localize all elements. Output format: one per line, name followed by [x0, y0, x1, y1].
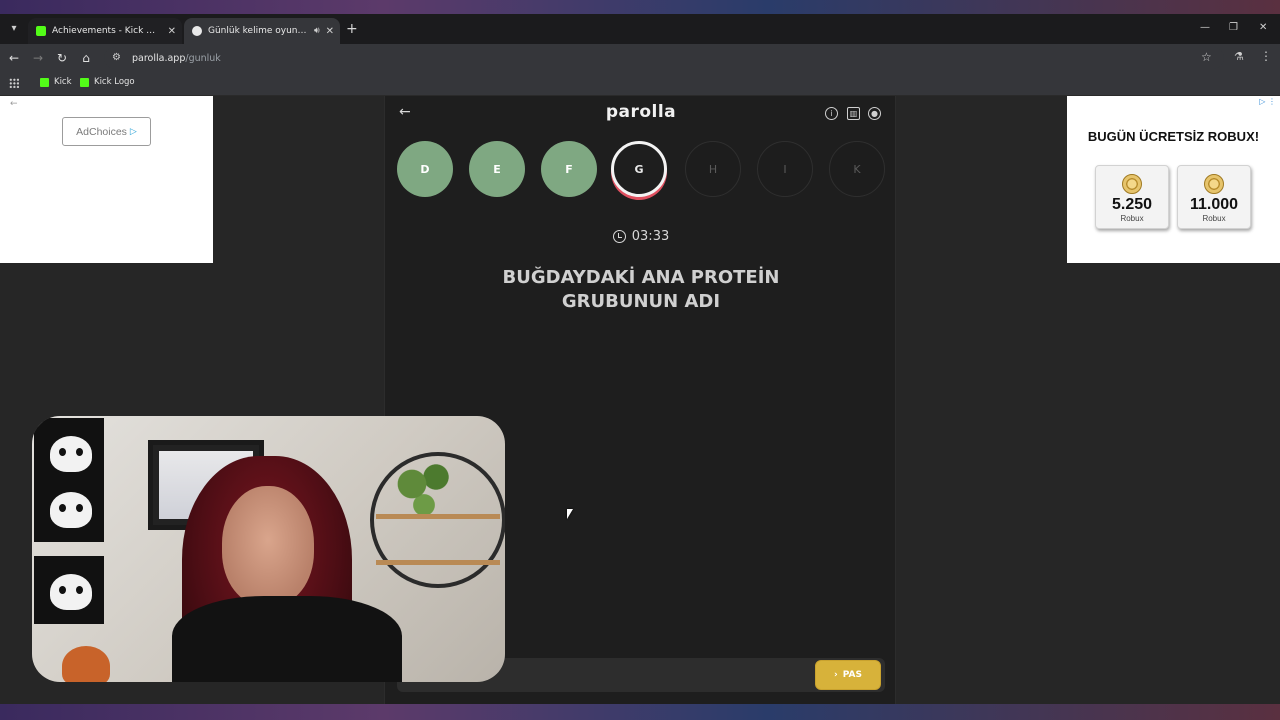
ad-headline: BUGÜN ÜCRETSİZ ROBUX! [1087, 129, 1260, 144]
letter-bubble: F [541, 141, 597, 197]
robux-offer-card[interactable]: 11.000 Robux [1177, 165, 1251, 229]
close-window-icon[interactable]: ✕ [1259, 22, 1267, 33]
webcam-overlay [32, 416, 505, 682]
robux-amount: 11.000 [1189, 196, 1239, 213]
bookmark-kick-logo[interactable]: Kick Logo [80, 77, 135, 87]
address-bar[interactable]: ⚙ parolla.app/gunluk [104, 47, 1224, 69]
bookmarks-bar: Kick Kick Logo [0, 72, 1280, 96]
minimize-icon[interactable]: — [1200, 22, 1210, 33]
mouse-cursor [567, 509, 573, 519]
tab-title: Achievements - Kick Dashboard [52, 26, 162, 36]
letter-ring: D E F G H I K [397, 141, 887, 201]
robux-coin-icon [1204, 174, 1224, 194]
arrow-left-icon[interactable]: ← [10, 99, 18, 109]
letter-bubble: H [685, 141, 741, 197]
question-line: GRUBUNUN ADI [561, 291, 721, 312]
forward-icon[interactable]: → [30, 50, 46, 66]
reload-icon[interactable]: ↻ [54, 50, 70, 66]
close-icon[interactable]: ✕ [326, 26, 334, 37]
adchoices-icon[interactable]: ▷ ⋮ [1259, 97, 1276, 106]
robux-offer-card[interactable]: 5.250 Robux [1095, 165, 1169, 229]
apps-grid-icon[interactable] [9, 78, 19, 88]
letter-bubble: E [469, 141, 525, 197]
kick-icon [40, 77, 49, 87]
robux-unit: Robux [1202, 214, 1226, 223]
home-icon[interactable]: ⌂ [78, 50, 94, 66]
bookmark-label: Kick [54, 77, 72, 87]
bookmark-kick[interactable]: Kick [40, 77, 72, 87]
bookmark-label: Kick Logo [94, 77, 135, 87]
extensions-icon[interactable]: ⚗ [1234, 50, 1244, 63]
question-line: BUĞDAYDAKİ ANA PROTEİN [502, 267, 780, 288]
kebab-menu-icon[interactable]: ⋮ [1260, 49, 1272, 63]
pass-label: PAS [842, 670, 862, 680]
robux-amount: 5.250 [1111, 196, 1153, 213]
tab-strip: ▾ Achievements - Kick Dashboard ✕ Günlük… [0, 14, 1280, 44]
tab-parolla[interactable]: Günlük kelime oyunu - par 🔊︎ ✕ [184, 18, 340, 44]
left-ad[interactable]: ← AdChoices ▷ [0, 96, 213, 263]
robux-coin-icon [1122, 174, 1142, 194]
adchoices-label: AdChoices [76, 125, 127, 138]
site-logo[interactable]: parolla [385, 102, 897, 122]
plush-toy [62, 646, 110, 682]
parolla-icon [192, 26, 202, 36]
kick-icon [36, 26, 46, 36]
streamer-face [222, 486, 314, 606]
back-icon[interactable]: ← [6, 50, 22, 66]
letter-bubble-current: G [611, 141, 667, 197]
adchoices-button[interactable]: AdChoices ▷ [62, 117, 151, 146]
pass-button[interactable]: › PAS [815, 660, 881, 690]
restore-icon[interactable]: ❐ [1229, 22, 1238, 33]
url-text: parolla.app/gunluk [132, 53, 221, 64]
profile-icon[interactable]: ● [868, 107, 881, 120]
letter-bubble: I [757, 141, 813, 197]
tab-title: Günlük kelime oyunu - par [208, 26, 308, 36]
chevron-right-icon: › [834, 670, 838, 680]
stats-icon[interactable]: ▥ [847, 107, 860, 120]
cat-wall-art [34, 556, 104, 624]
speaker-icon[interactable]: 🔊︎ [314, 26, 320, 36]
streamer-body [172, 596, 402, 682]
close-icon[interactable]: ✕ [168, 26, 176, 37]
question-text: BUĞDAYDAKİ ANA PROTEİN GRUBUNUN ADI [445, 266, 837, 314]
site-info-icon[interactable]: ⚙ [112, 52, 124, 64]
cat-wall-art [34, 474, 104, 542]
tab-kick-dashboard[interactable]: Achievements - Kick Dashboard ✕ [28, 18, 182, 44]
new-tab-button[interactable]: + [346, 20, 358, 38]
letter-bubble: K [829, 141, 885, 197]
url-path: /gunluk [185, 52, 221, 64]
info-icon[interactable]: i [825, 107, 838, 120]
bookmark-star-icon[interactable]: ☆ [1201, 50, 1212, 64]
shelf-board [376, 514, 500, 519]
browser-toolbar: ← → ↻ ⌂ ⚙ parolla.app/gunluk ☆ ⚗ ⋮ [0, 44, 1280, 72]
timer: 03:33 [385, 229, 897, 244]
letter-bubble: D [397, 141, 453, 197]
timer-value: 03:33 [631, 229, 670, 244]
shelf-board [376, 560, 500, 565]
right-ad[interactable]: ▷ ⋮ BUGÜN ÜCRETSİZ ROBUX! 5.250 Robux 11… [1067, 96, 1280, 263]
clock-icon [612, 230, 626, 243]
url-host: parolla.app [132, 52, 186, 64]
tab-search-button[interactable]: ▾ [5, 20, 23, 38]
kick-icon [80, 77, 89, 87]
robux-unit: Robux [1120, 214, 1144, 223]
adchoices-icon: ▷ [129, 126, 137, 136]
